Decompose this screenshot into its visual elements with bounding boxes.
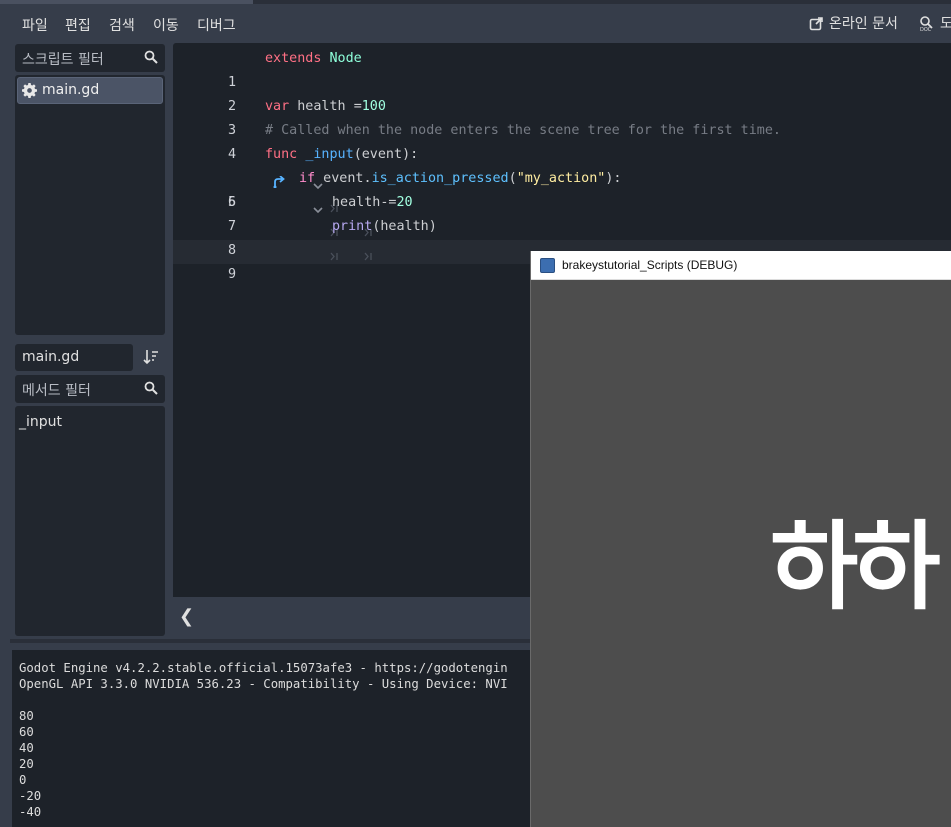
menu-bar: 파일 편집 검색 이동 디버그 온라인 문서 DOC 도 [0, 4, 951, 42]
paren-close: ): [605, 171, 622, 186]
output-line: OpenGL API 3.3.0 NVIDIA 536.23 - Compati… [19, 677, 508, 691]
code-line-1[interactable]: 1 extends Node [173, 47, 951, 90]
toggle-scripts-panel-icon[interactable]: ❮ [179, 606, 194, 627]
current-script-field[interactable]: main.gd [15, 344, 133, 371]
method-filter-placeholder: 메서드 필터 [22, 383, 91, 399]
game-window-titlebar[interactable]: brakeystutorial_Scripts (DEBUG) [531, 251, 951, 280]
menu-goto[interactable]: 이동 [153, 15, 179, 35]
code-line-4[interactable]: 4 # Called when the node enters the scen… [173, 119, 951, 162]
number-literal: 20 [396, 195, 413, 210]
method-list: _input [15, 406, 165, 636]
search-icon [144, 381, 158, 399]
menu-search[interactable]: 검색 [109, 15, 135, 35]
class-name: Node [329, 51, 362, 66]
method-call: is_action_pressed [371, 171, 509, 186]
output-line: Godot Engine v4.2.2.stable.official.1507… [19, 661, 508, 675]
variable-name: health [289, 99, 354, 114]
script-list: main.gd [15, 75, 165, 335]
online-docs-button[interactable]: 온라인 문서 [809, 13, 898, 33]
output-line: 60 [19, 725, 34, 739]
external-link-icon [809, 16, 824, 31]
godot-editor: 파일 편집 검색 이동 디버그 온라인 문서 DOC 도 스크립트 필터 mai… [0, 0, 951, 827]
paren-close: ): [402, 147, 419, 162]
function-name: _input [305, 147, 354, 162]
godot-app-icon [540, 258, 555, 273]
output-line: -40 [19, 805, 42, 819]
code-line-8[interactable]: 8 print(health) [173, 215, 951, 261]
menu-debug[interactable]: 디버그 [197, 15, 236, 35]
operator: = [353, 99, 362, 114]
output-line: 80 [19, 709, 34, 723]
paren-open: ( [508, 171, 517, 186]
current-script-label: main.gd [22, 349, 80, 365]
online-docs-label: 온라인 문서 [829, 16, 898, 32]
menu-file[interactable]: 파일 [22, 15, 48, 35]
sort-icon [143, 350, 158, 365]
number-literal: 100 [361, 99, 386, 114]
script-item-main[interactable]: main.gd [17, 77, 163, 104]
output-line: 20 [19, 757, 34, 771]
script-filter-input[interactable]: 스크립트 필터 [15, 44, 165, 72]
code-line-5[interactable]: 5 func _input(event): [173, 143, 951, 210]
builtin-function: print [332, 219, 373, 234]
game-debug-window[interactable]: brakeystutorial_Scripts (DEBUG) 하하 [530, 251, 951, 827]
script-item-label: main.gd [42, 82, 100, 98]
svg-text:DOC: DOC [920, 27, 932, 31]
keyword: extends [265, 51, 322, 66]
output-line: -20 [19, 789, 42, 803]
output-line: 40 [19, 741, 34, 755]
code-line-3[interactable]: 3 var health =100 [173, 95, 951, 138]
object-ref: event. [315, 171, 372, 186]
paren-open: ( [353, 147, 362, 162]
code-line-6[interactable]: 6 if event.is_action_pressed("my_action"… [173, 167, 951, 214]
keyword: var [265, 99, 290, 114]
sort-button[interactable] [143, 349, 159, 369]
search-icon [144, 50, 158, 68]
game-label-text: 하하 [770, 511, 941, 623]
search-help-label: 도 [940, 16, 951, 32]
doc-search-icon: DOC [919, 15, 935, 31]
assignment-expr: health-= [332, 195, 397, 210]
menu-edit[interactable]: 편집 [65, 15, 91, 35]
game-window-title: brakeystutorial_Scripts (DEBUG) [562, 258, 738, 272]
parameter: event [361, 147, 403, 162]
line-number: 9 [227, 267, 236, 282]
script-filter-placeholder: 스크립트 필터 [22, 52, 104, 68]
keyword: if [299, 171, 316, 186]
code-line-7[interactable]: 7 health-=20 [173, 191, 951, 237]
output-line: 0 [19, 773, 27, 787]
call-args: (health) [372, 219, 437, 234]
keyword: func [265, 147, 298, 162]
string-literal: "my_action" [516, 171, 606, 186]
comment: # Called when the node enters the scene … [265, 123, 781, 138]
gear-icon [22, 83, 37, 102]
method-item-input[interactable]: _input [19, 414, 62, 430]
script-list-panel: 스크립트 필터 main.gd main.gd 메서드 필터 _input [10, 42, 170, 642]
search-help-button[interactable]: DOC 도 [919, 13, 951, 33]
code-line-2[interactable]: 2 [173, 71, 951, 114]
method-filter-input[interactable]: 메서드 필터 [15, 375, 165, 403]
